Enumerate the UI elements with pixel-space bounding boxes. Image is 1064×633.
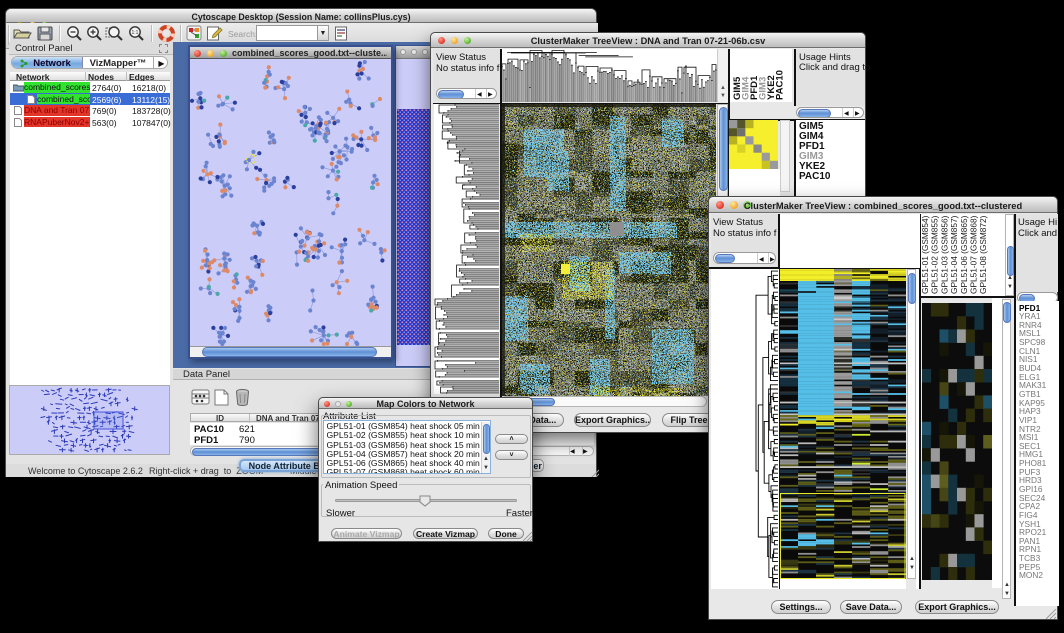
svg-text:PAC10: PAC10 bbox=[775, 70, 786, 100]
svg-text:GPL51-06 (GSM865): GPL51-06 (GSM865) bbox=[959, 215, 969, 294]
svg-text:1:1: 1:1 bbox=[132, 30, 139, 36]
svg-text:GPL51-04 (GSM857): GPL51-04 (GSM857) bbox=[949, 215, 959, 294]
svg-text:GPL51-02 (GSM855): GPL51-02 (GSM855) bbox=[930, 215, 940, 294]
svg-text:GPL51-03 (GSM856): GPL51-03 (GSM856) bbox=[939, 215, 949, 294]
svg-text:GPL51-08 (GSM872): GPL51-08 (GSM872) bbox=[978, 215, 988, 294]
svg-text:GPL51-01 (GSM854): GPL51-01 (GSM854) bbox=[921, 215, 930, 294]
svg-text:GPL51-07 (GSM868): GPL51-07 (GSM868) bbox=[969, 215, 979, 294]
